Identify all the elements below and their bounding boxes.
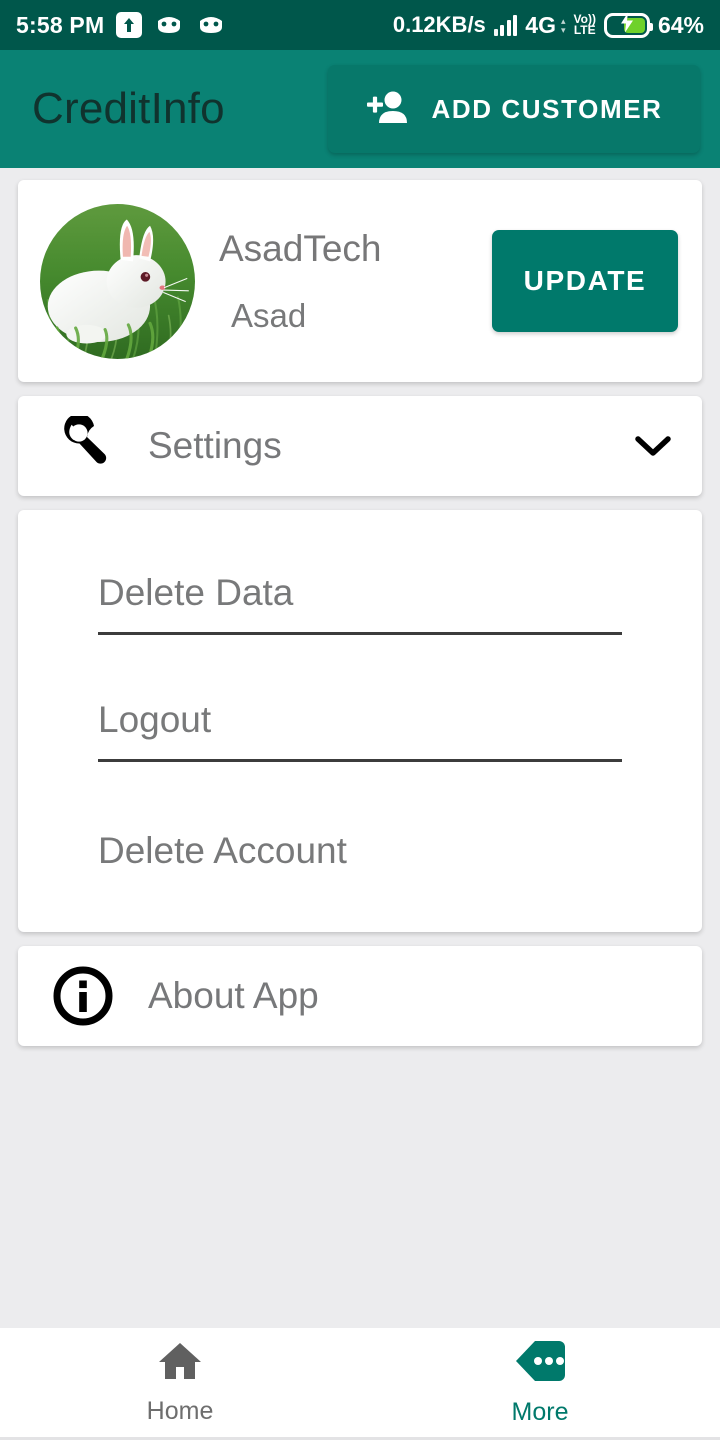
settings-item-delete-account[interactable]: Delete Account: [98, 802, 622, 890]
battery-percent-label: 64%: [657, 11, 704, 38]
about-app-row[interactable]: About App: [18, 946, 702, 1046]
home-icon: [157, 1340, 203, 1387]
settings-item-label: Logout: [98, 699, 212, 740]
settings-label: Settings: [148, 425, 282, 466]
profile-subtitle: Asad: [231, 297, 307, 335]
status-bar-right: 0.12KB/s 4G ▴ ▾ Vo)) LTE 64%: [393, 12, 704, 39]
network-speed-label: 0.12KB/s: [392, 12, 486, 37]
about-app-label: About App: [148, 975, 319, 1016]
nav-item-home[interactable]: Home: [0, 1328, 360, 1437]
update-button[interactable]: UPDATE: [492, 230, 678, 332]
person-add-icon: [365, 90, 411, 129]
android-head-icon: [154, 15, 184, 35]
nav-item-label: More: [511, 1397, 569, 1426]
main-content: AsadTech Asad UPDATE Settings Delete Dat…: [0, 168, 720, 1328]
status-bar-clock: 5:58 PM: [16, 11, 105, 38]
status-bar-left: 5:58 PM: [16, 12, 226, 39]
settings-header-row[interactable]: Settings: [18, 396, 702, 496]
profile-name: AsadTech: [219, 227, 382, 269]
info-icon: [18, 963, 148, 1029]
signal-icon: [493, 14, 518, 36]
wrench-icon: [18, 416, 148, 476]
app-bar: CreditInfo ADD CUSTOMER: [0, 50, 720, 168]
volte-icon: Vo)) LTE: [573, 13, 596, 37]
volte-icon-bottom: LTE: [573, 23, 596, 37]
status-bar: 5:58 PM 0.12KB/s 4G ▴ ▾ Vo)) LTE 64%: [0, 0, 720, 50]
add-customer-button[interactable]: ADD CUSTOMER: [328, 65, 700, 153]
app-title: CreditInfo: [32, 84, 225, 133]
nav-item-more[interactable]: More: [360, 1328, 720, 1437]
settings-item-logout[interactable]: Logout: [98, 675, 622, 762]
settings-item-label: Delete Account: [98, 830, 347, 871]
add-customer-label: ADD CUSTOMER: [431, 93, 663, 124]
data-transfer-icon: ▴ ▾: [560, 15, 566, 35]
network-type-label: 4G: [525, 11, 556, 38]
battery-charging-icon: [603, 12, 653, 38]
avatar[interactable]: [40, 203, 195, 359]
upload-icon: [116, 12, 143, 38]
profile-names: AsadTech Asad: [195, 227, 492, 335]
android-head-icon: [196, 15, 226, 35]
settings-list-card: Delete Data Logout Delete Account: [18, 510, 702, 932]
settings-item-label: Delete Data: [98, 572, 294, 613]
nav-item-label: Home: [146, 1396, 214, 1425]
more-tag-icon: [514, 1339, 566, 1388]
chevron-down-icon[interactable]: [630, 434, 676, 458]
settings-item-delete-data[interactable]: Delete Data: [98, 548, 622, 635]
profile-card: AsadTech Asad UPDATE: [18, 180, 702, 382]
bottom-navigation: Home More: [0, 1328, 720, 1440]
